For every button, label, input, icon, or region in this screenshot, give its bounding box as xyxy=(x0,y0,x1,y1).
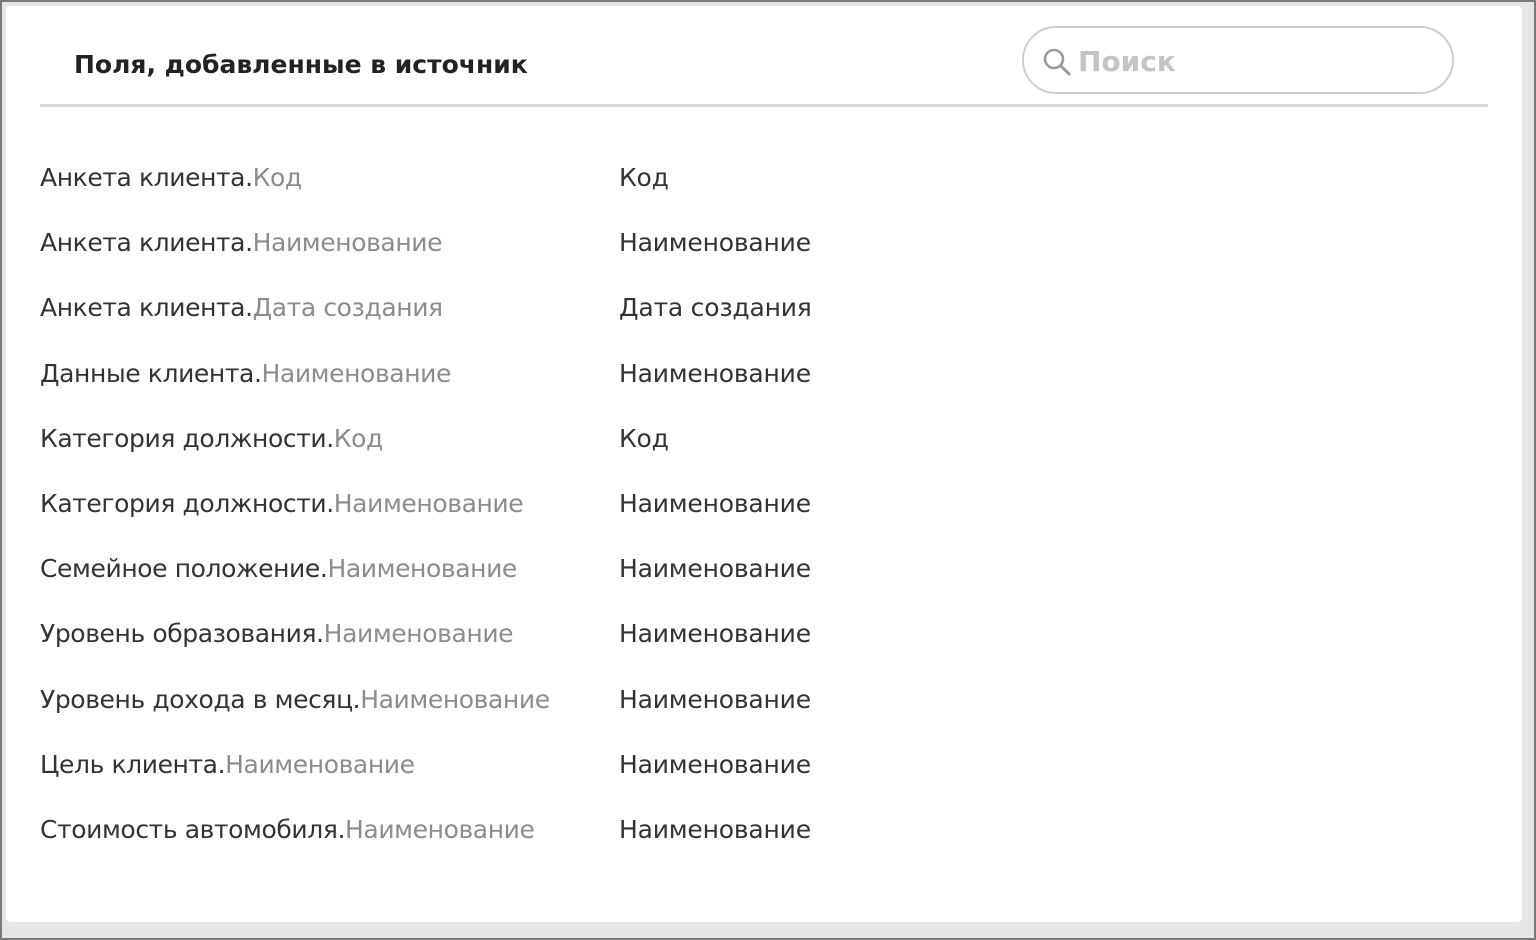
field-name: Код xyxy=(333,423,384,453)
field-alias[interactable]: Наименование xyxy=(619,675,811,725)
field-alias[interactable]: Наименование xyxy=(619,349,811,399)
search-input[interactable] xyxy=(1078,42,1428,80)
field-row[interactable]: Семейное положение.Наименование Наименов… xyxy=(40,544,1040,609)
field-name: Наименование xyxy=(333,488,524,518)
header-divider xyxy=(40,104,1488,107)
source-field: Анкета клиента.Наименование xyxy=(40,218,443,268)
entity-name: Анкета клиента. xyxy=(40,163,253,192)
entity-name: Семейное положение. xyxy=(40,554,328,584)
field-row[interactable]: Цель клиента.Наименование Наименование xyxy=(40,740,1040,805)
source-field: Уровень дохода в месяц.Наименование xyxy=(40,675,550,725)
field-row[interactable]: Уровень дохода в месяц.Наименование Наим… xyxy=(40,675,1040,740)
field-row[interactable]: Категория должности.Код Код xyxy=(40,414,1040,479)
field-row[interactable]: Уровень образования.Наименование Наимено… xyxy=(40,609,1040,674)
source-field: Анкета клиента.Код xyxy=(40,153,302,203)
field-alias[interactable]: Дата создания xyxy=(619,283,812,333)
field-name: Дата создания xyxy=(252,293,443,323)
field-alias[interactable]: Наименование xyxy=(619,805,811,855)
entity-name: Категория должности. xyxy=(40,488,334,518)
entity-name: Уровень образования. xyxy=(40,619,324,649)
field-name: Наименование xyxy=(345,814,535,844)
field-alias[interactable]: Наименование xyxy=(619,218,811,268)
source-field: Стоимость автомобиля.Наименование xyxy=(40,805,535,855)
field-alias[interactable]: Код xyxy=(619,414,669,464)
field-name: Наименование xyxy=(252,228,443,258)
field-row[interactable]: Категория должности.Наименование Наимено… xyxy=(40,479,1040,544)
field-name: Наименование xyxy=(323,619,514,649)
field-name: Наименование xyxy=(360,684,550,714)
source-field: Категория должности.Наименование xyxy=(40,479,524,529)
source-field: Анкета клиента.Дата создания xyxy=(40,283,443,333)
search-box[interactable] xyxy=(1022,26,1454,94)
field-row[interactable]: Анкета клиента.Дата создания Дата создан… xyxy=(40,283,1040,348)
field-name: Наименование xyxy=(327,554,517,584)
entity-name: Стоимость автомобиля. xyxy=(40,814,346,844)
search-icon xyxy=(1043,48,1071,76)
field-list: Анкета клиента.Код Код Анкета клиента.На… xyxy=(40,153,1040,870)
field-alias[interactable]: Наименование xyxy=(619,544,811,594)
field-row[interactable]: Анкета клиента.Наименование Наименование xyxy=(40,218,1040,283)
entity-name: Анкета клиента. xyxy=(40,228,253,258)
entity-name: Уровень дохода в месяц. xyxy=(40,684,361,714)
field-name: Наименование xyxy=(261,358,452,388)
field-alias[interactable]: Наименование xyxy=(619,479,811,529)
source-field: Данные клиента.Наименование xyxy=(40,349,451,399)
field-alias[interactable]: Наименование xyxy=(619,609,811,659)
field-row[interactable]: Данные клиента.Наименование Наименование xyxy=(40,349,1040,414)
field-row[interactable]: Анкета клиента.Код Код xyxy=(40,153,1040,218)
source-field: Категория должности.Код xyxy=(40,414,383,464)
field-row[interactable]: Стоимость автомобиля.Наименование Наимен… xyxy=(40,805,1040,870)
panel-title: Поля, добавленные в источник xyxy=(74,50,528,79)
source-field: Цель клиента.Наименование xyxy=(40,740,415,790)
field-alias[interactable]: Код xyxy=(619,153,669,203)
field-name: Код xyxy=(252,163,303,192)
source-field: Уровень образования.Наименование xyxy=(40,609,514,659)
fields-panel: Поля, добавленные в источник Анкета клие… xyxy=(6,6,1522,922)
entity-name: Цель клиента. xyxy=(40,749,226,779)
entity-name: Анкета клиента. xyxy=(40,293,253,323)
field-alias[interactable]: Наименование xyxy=(619,740,811,790)
entity-name: Данные клиента. xyxy=(40,358,262,388)
entity-name: Категория должности. xyxy=(40,423,334,453)
window-frame: Поля, добавленные в источник Анкета клие… xyxy=(0,0,1536,940)
field-name: Наименование xyxy=(225,749,415,779)
source-field: Семейное положение.Наименование xyxy=(40,544,517,594)
